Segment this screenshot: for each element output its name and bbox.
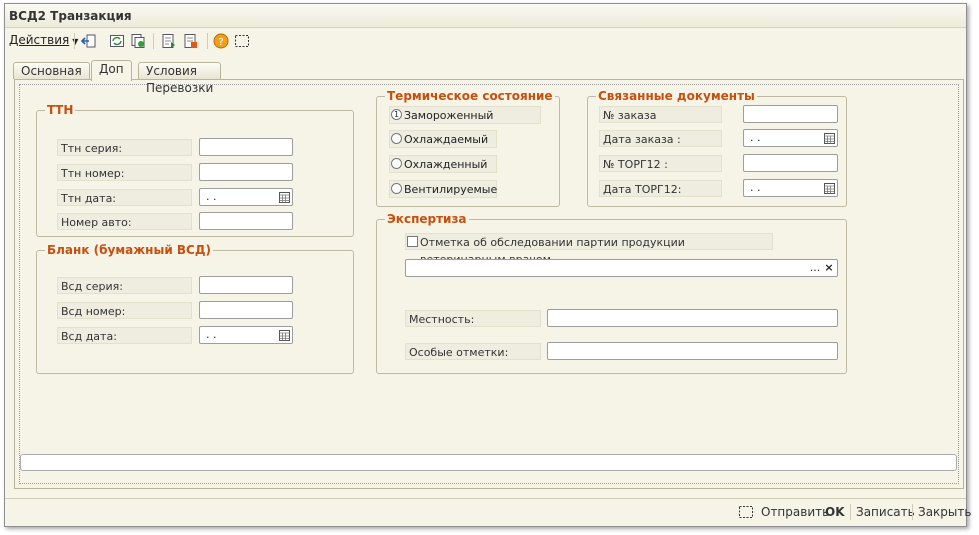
tab-main[interactable]: Основная — [13, 62, 90, 79]
torg12-date-label: Дата ТОРГ12: — [599, 180, 722, 197]
toolbar-separator — [74, 33, 75, 49]
vet-check-checkbox[interactable] — [407, 236, 418, 247]
thermal-option-ventilated[interactable]: Вентилируемые — [389, 180, 497, 198]
import-icon[interactable] — [182, 32, 200, 50]
title-bar: ВСД2 Транзакция — [5, 4, 966, 28]
torg12-date-value: . . — [750, 181, 761, 194]
actions-menu-label: Действия — [9, 33, 70, 47]
calendar-icon[interactable] — [823, 131, 836, 145]
radio-unselected[interactable] — [391, 183, 402, 194]
calendar-icon[interactable] — [823, 181, 836, 195]
copy-icon[interactable] — [129, 32, 147, 50]
toolbar-separator — [153, 33, 154, 49]
ttn-number-input[interactable] — [199, 163, 293, 181]
thermal-option-cooling[interactable]: Охлаждаемый — [389, 130, 497, 148]
vsd-date-label: Всд дата: — [57, 327, 192, 344]
clear-icon[interactable]: × — [822, 260, 836, 276]
button-separator — [850, 504, 851, 520]
tab-extra[interactable]: Доп — [91, 60, 132, 81]
expertise-group-title: Экспертиза — [385, 212, 469, 226]
thermal-option-label: Вентилируемые — [404, 183, 498, 196]
actions-menu[interactable]: Действия ▼ — [9, 33, 78, 47]
thermal-group-title: Термическое состояние — [385, 89, 555, 103]
save-button[interactable]: Записать — [856, 505, 915, 519]
calendar-icon[interactable] — [278, 328, 291, 342]
order-number-input[interactable] — [743, 105, 838, 123]
blank-group-title: Бланк (бумажный ВСД) — [45, 243, 214, 257]
torg12-number-label: № ТОРГ12 : — [599, 155, 722, 172]
torg12-number-input[interactable] — [743, 154, 838, 172]
tab-panel: ТТН Ттн серия: Ттн номер: Ттн дата: . . … — [14, 79, 964, 489]
vet-check-checkbox-row[interactable]: Отметка об обследовании партии продукции… — [405, 233, 773, 266]
window-title: ВСД2 Транзакция — [9, 9, 132, 23]
vsd-series-input[interactable] — [199, 276, 293, 294]
thermal-option-chilled[interactable]: Охлажденный — [389, 155, 497, 173]
torg12-date-input[interactable]: . . — [743, 179, 838, 197]
export-icon[interactable] — [160, 32, 178, 50]
calendar-icon[interactable] — [278, 190, 291, 204]
thermal-option-frozen[interactable]: 1 Замороженный — [389, 106, 541, 124]
car-number-label: Номер авто: — [57, 213, 192, 230]
thermal-option-label: Замороженный — [404, 109, 494, 122]
app-window: ВСД2 Транзакция Действия ▼ ? Основная Доп — [4, 3, 971, 527]
order-date-input[interactable]: . . — [743, 129, 838, 147]
select-button[interactable]: ... — [808, 260, 822, 276]
ttn-date-label: Ттн дата: — [57, 189, 192, 206]
vet-result-input[interactable]: ... × — [405, 259, 838, 277]
svg-text:?: ? — [218, 37, 223, 48]
order-number-label: № заказа покупателя: — [599, 106, 722, 139]
ttn-series-label: Ттн серия: — [57, 139, 192, 156]
selection-icon[interactable] — [737, 503, 755, 521]
button-separator — [912, 504, 913, 520]
back-icon[interactable] — [80, 32, 98, 50]
radio-unselected[interactable] — [391, 158, 402, 169]
help-icon[interactable]: ? — [212, 32, 230, 50]
special-marks-label: Особые отметки: — [405, 343, 541, 360]
vsd-series-label: Всд серия: — [57, 277, 192, 294]
thermal-option-label: Охлаждаемый — [404, 133, 489, 146]
tab-transport-conditions[interactable]: Условия Перевозки — [138, 62, 222, 95]
radio-selected[interactable]: 1 — [391, 109, 402, 120]
toolbar: Действия ▼ ? — [5, 28, 966, 52]
vsd-date-value: . . — [206, 328, 217, 341]
order-date-label: Дата заказа : — [599, 130, 722, 147]
ttn-group-title: ТТН — [45, 103, 76, 117]
ok-button[interactable]: OK — [825, 505, 845, 519]
vsd-number-label: Всд номер: — [57, 302, 192, 319]
radio-unselected[interactable] — [391, 133, 402, 144]
send-button[interactable]: Отправить — [761, 505, 829, 519]
message-field[interactable] — [20, 454, 957, 471]
vsd-date-input[interactable]: . . — [199, 326, 293, 344]
related-docs-group-title: Связанные документы — [596, 89, 757, 103]
locality-label: Местность: — [405, 310, 541, 327]
ttn-date-input[interactable]: . . — [199, 188, 293, 206]
refresh-icon[interactable] — [108, 32, 126, 50]
ttn-number-label: Ттн номер: — [57, 164, 192, 181]
order-date-value: . . — [750, 131, 761, 144]
close-button[interactable]: Закрыть — [918, 505, 971, 519]
bottom-bar: Отправить OK Записать Закрыть — [5, 498, 971, 526]
ttn-series-input[interactable] — [199, 138, 293, 156]
selection-icon[interactable] — [233, 32, 251, 50]
vsd-number-input[interactable] — [199, 301, 293, 319]
car-number-input[interactable] — [199, 212, 293, 230]
toolbar-separator — [207, 33, 208, 49]
ttn-date-value: . . — [206, 190, 217, 203]
special-marks-input[interactable] — [547, 342, 838, 360]
locality-input[interactable] — [547, 309, 838, 327]
thermal-option-label: Охлажденный — [404, 158, 488, 171]
